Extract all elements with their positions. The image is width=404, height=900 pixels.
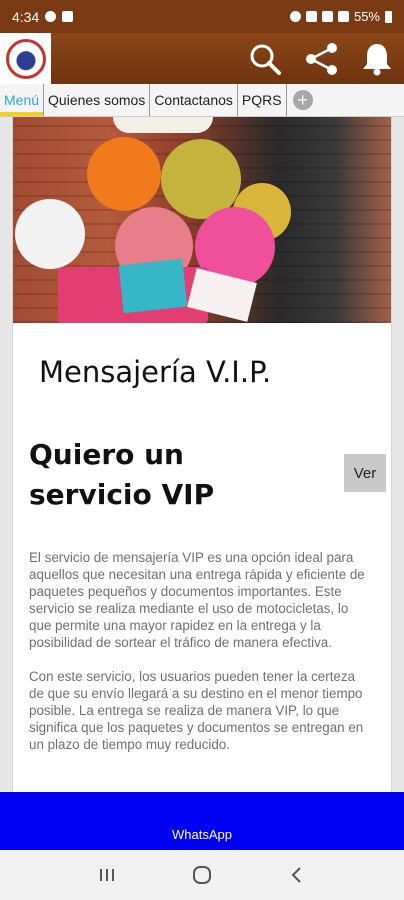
signal-icon [337, 11, 349, 22]
tab-menu[interactable]: Menú [0, 84, 45, 116]
company-logo[interactable] [0, 33, 51, 84]
alarm-icon [289, 11, 301, 22]
tab-label: Menú [4, 92, 40, 108]
description-paragraph: El servicio de mensajería VIP es una opc… [29, 550, 365, 650]
service-title: Quiero un servicio VIP [29, 438, 215, 511]
service-card: Mensajería V.I.P. Quiero un servicio VIP… [12, 117, 392, 792]
message-icon [62, 11, 74, 22]
ver-button[interactable]: Ver [344, 454, 386, 492]
status-bar: 4:34 55% [0, 0, 404, 33]
bell-icon[interactable] [362, 42, 392, 76]
battery-percent: 55% [353, 9, 380, 24]
service-description: El servicio de mensajería VIP es una opc… [29, 549, 373, 753]
add-tab-button[interactable]: + [287, 84, 313, 116]
system-nav-bar [0, 850, 404, 900]
mute-icon [305, 11, 317, 22]
status-time: 4:34 [12, 8, 40, 25]
tab-bar: Menú Quienes somos Contactanos PQRS + [0, 84, 404, 117]
tab-label: Quienes somos [48, 92, 146, 108]
tab-quienes-somos[interactable]: Quienes somos [44, 84, 151, 116]
tab-label: Contactanos [154, 92, 233, 108]
tab-label: PQRS [241, 92, 282, 108]
plus-icon: + [292, 90, 313, 110]
main-content[interactable]: Mensajería V.I.P. Quiero un servicio VIP… [0, 117, 404, 792]
whatsapp-label: WhatsApp [172, 827, 232, 842]
tab-contactanos[interactable]: Contactanos [150, 84, 238, 116]
back-icon[interactable] [277, 860, 317, 890]
app-bar [0, 33, 404, 84]
service-photo [13, 117, 391, 323]
page-title: Mensajería V.I.P. [39, 355, 272, 389]
whatsapp-button[interactable]: WhatsApp [0, 792, 404, 850]
share-icon[interactable] [304, 42, 340, 76]
photo-sign [113, 117, 213, 133]
tab-pqrs[interactable]: PQRS [238, 84, 287, 116]
wifi-icon [321, 11, 333, 22]
logo-emblem-icon [5, 38, 46, 79]
notification-icon [45, 11, 57, 22]
home-icon[interactable] [182, 860, 222, 890]
description-paragraph: Con este servicio, los usuarios pueden t… [29, 669, 364, 752]
search-icon[interactable] [248, 42, 282, 76]
recent-apps-icon[interactable] [87, 860, 127, 890]
battery-icon [385, 10, 392, 23]
